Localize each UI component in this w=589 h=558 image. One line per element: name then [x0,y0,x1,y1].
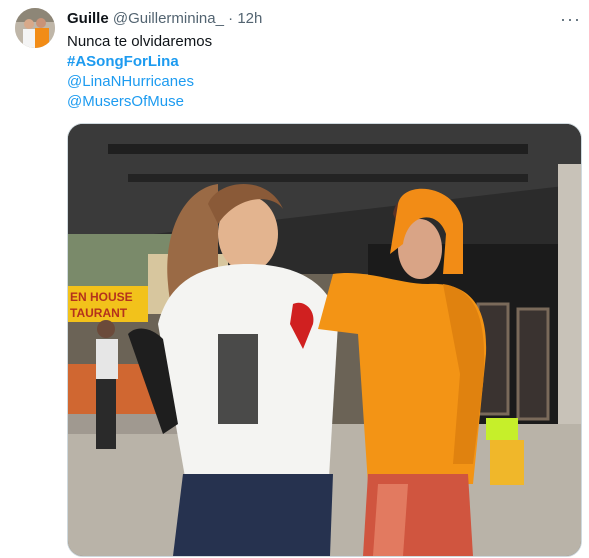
mention-link[interactable]: @LinaNHurricanes [67,72,212,92]
avatar[interactable] [15,8,55,48]
photo-illustration: EN HOUSE TAURANT [68,124,581,556]
tweet-text-line: Nunca te olvidaremos [67,33,213,50]
sign-text: EN HOUSE [70,290,133,304]
hashtag-link[interactable]: #ASongForLina [67,52,212,72]
sign-text: TAURANT [70,306,128,320]
separator-dot: · [228,10,234,27]
tweet-card[interactable]: Guille @Guillerminina_ · 12h ··· Nunca t… [0,0,589,558]
tweet-photo[interactable]: EN HOUSE TAURANT [67,123,582,557]
tweet-text: Nunca te olvidaremos #ASongForLina @Lina… [67,32,212,112]
tweet-header: Guille @Guillerminina_ · 12h [67,9,262,29]
mention-link[interactable]: @MusersOfMuse [67,92,212,112]
more-horizontal-icon[interactable]: ··· [560,9,581,29]
author-handle[interactable]: @Guillerminina_ [113,10,224,27]
author-name[interactable]: Guille [67,10,109,27]
timestamp[interactable]: 12h [237,10,262,27]
